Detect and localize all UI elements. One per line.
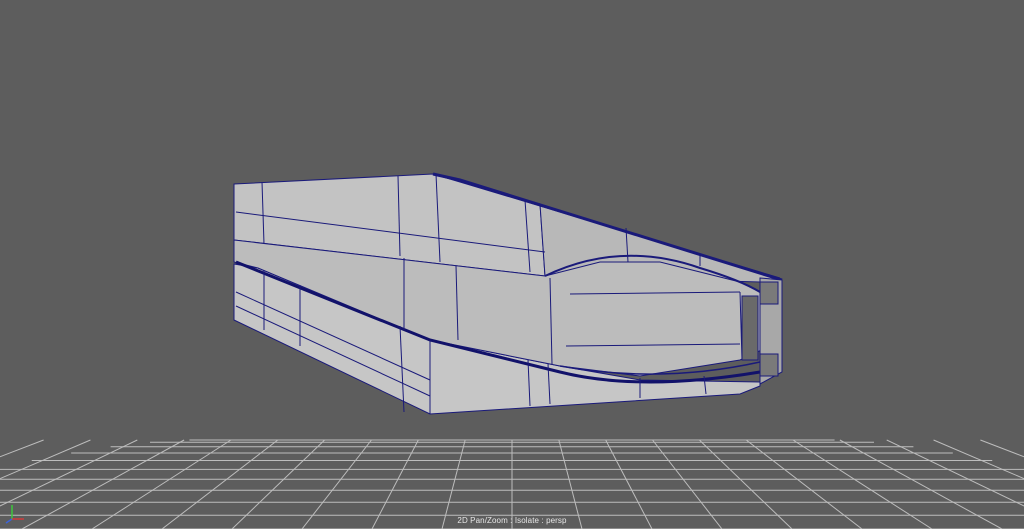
scene-canvas[interactable] <box>0 0 1024 529</box>
perspective-viewport[interactable]: 2D Pan/Zoom : Isolate : persp <box>0 0 1024 529</box>
end-cap-slot-upper <box>759 281 779 305</box>
end-cap-slot <box>741 295 759 361</box>
viewport-hud-label: 2D Pan/Zoom : Isolate : persp <box>457 516 567 525</box>
end-cap-slot-lower <box>759 353 779 377</box>
mesh-object[interactable] <box>233 172 783 415</box>
